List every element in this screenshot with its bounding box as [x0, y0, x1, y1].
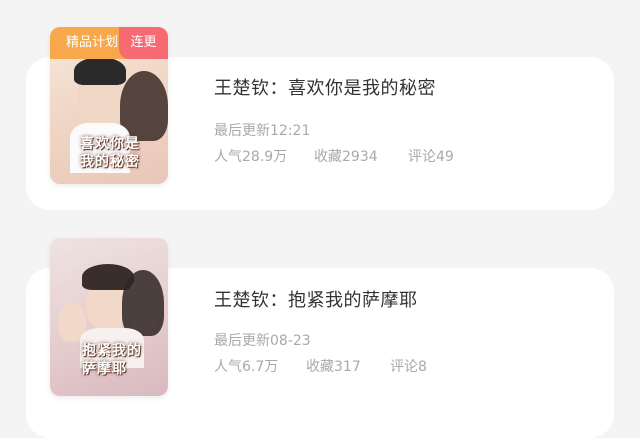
book-title[interactable]: 王楚钦：抱紧我的萨摩耶 [214, 286, 418, 312]
cover-title-text: 抱紧我的萨摩耶 [82, 343, 142, 377]
cover-figure [74, 57, 126, 85]
book-title[interactable]: 王楚钦：喜欢你是我的秘密 [214, 74, 436, 100]
book-cover-image[interactable]: 抱紧我的萨摩耶 [50, 238, 168, 396]
comments-count: 评论49 [408, 149, 454, 165]
popularity-count: 人气6.7万 [214, 359, 279, 375]
tag-premium-plan: 精品计划 [50, 27, 130, 59]
favorites-count: 收藏2934 [314, 149, 378, 165]
comments-count: 评论8 [390, 359, 427, 375]
tag-serializing: 连更 [119, 27, 168, 59]
popularity-count: 人气28.9万 [214, 149, 288, 165]
last-updated: 最后更新08-23 [214, 333, 311, 349]
favorites-count: 收藏317 [306, 359, 361, 375]
cover-figure [122, 270, 164, 336]
cover-title-text: 喜欢你是我的秘密 [80, 136, 140, 170]
last-updated: 最后更新12:21 [214, 123, 311, 139]
